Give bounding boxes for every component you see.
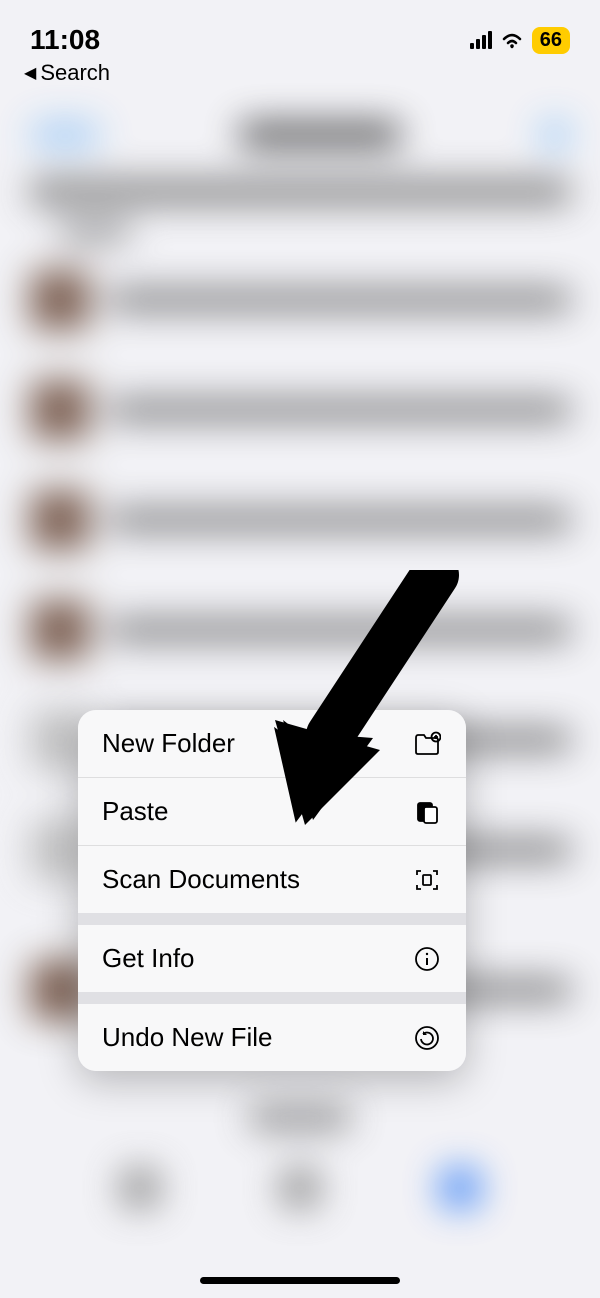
cellular-icon <box>470 31 492 49</box>
menu-label: Get Info <box>102 943 195 974</box>
undo-icon <box>412 1023 442 1053</box>
folder-plus-icon <box>412 729 442 759</box>
back-label: Search <box>40 60 110 86</box>
menu-label: Scan Documents <box>102 864 300 895</box>
status-time: 11:08 <box>30 24 100 56</box>
status-indicators: 66 <box>470 27 570 54</box>
context-menu: New Folder Paste Scan Documents Get Info <box>78 710 466 1071</box>
menu-label: New Folder <box>102 728 235 759</box>
wifi-icon <box>500 31 524 49</box>
menu-label: Undo New File <box>102 1022 273 1053</box>
battery-indicator: 66 <box>532 27 570 54</box>
paste-icon <box>412 797 442 827</box>
menu-label: Paste <box>102 796 169 827</box>
menu-item-new-folder[interactable]: New Folder <box>78 710 466 778</box>
blurred-background <box>0 90 600 1298</box>
menu-item-get-info[interactable]: Get Info <box>78 925 466 992</box>
home-indicator[interactable] <box>200 1277 400 1284</box>
back-arrow-icon: ◀ <box>24 63 36 83</box>
menu-item-paste[interactable]: Paste <box>78 778 466 846</box>
menu-item-undo[interactable]: Undo New File <box>78 1004 466 1071</box>
scan-icon <box>412 865 442 895</box>
menu-item-scan-documents[interactable]: Scan Documents <box>78 846 466 913</box>
back-to-search[interactable]: ◀ Search <box>24 60 110 86</box>
info-icon <box>412 944 442 974</box>
